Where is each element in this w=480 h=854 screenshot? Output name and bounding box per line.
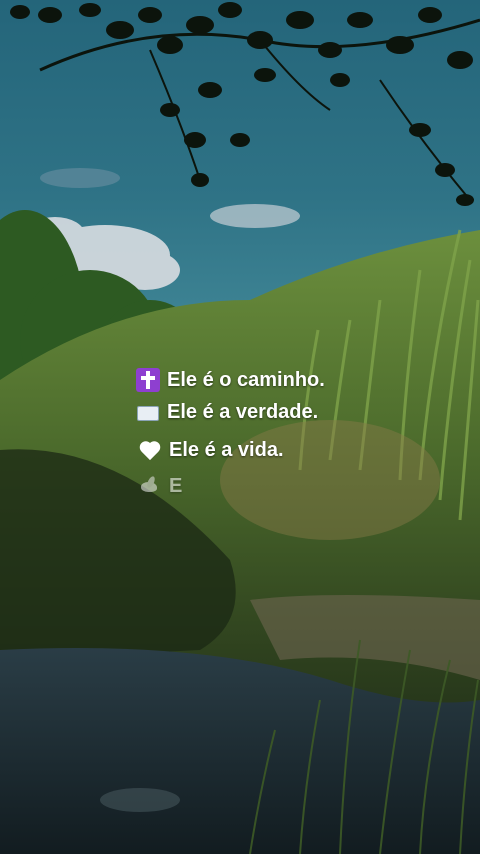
background-photo	[0, 0, 480, 854]
